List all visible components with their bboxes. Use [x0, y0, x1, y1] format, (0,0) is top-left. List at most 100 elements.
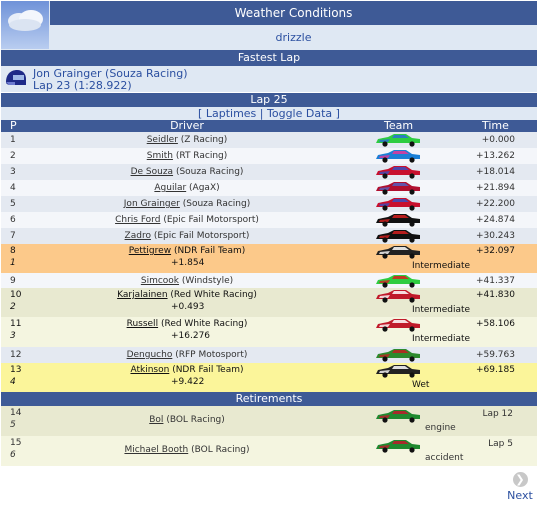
- driver-name-link[interactable]: Karjalainen: [117, 290, 167, 300]
- driver-cell: Pettigrew (NDR Fail Team): [1, 246, 373, 256]
- retirement-reason: accident: [425, 453, 464, 463]
- driver-team: (BOL Racing): [166, 415, 225, 425]
- weather-condition: drizzle: [275, 31, 312, 44]
- driver-name-link[interactable]: Dengucho: [127, 350, 173, 360]
- time-cell: +18.014: [475, 167, 515, 177]
- table-row: 6 Chris Ford (Epic Fail Motorsport) +24.87…: [1, 212, 537, 228]
- driver-cell: Russell (Red White Racing): [1, 319, 373, 329]
- car-livery-icon: [374, 181, 422, 195]
- time-cell: +69.185: [475, 365, 515, 375]
- tyre-cell: Wet: [412, 380, 430, 390]
- driver-team: (BOL Racing): [191, 445, 250, 455]
- driver-name-link[interactable]: Smith: [147, 151, 173, 161]
- next-label: Next: [507, 489, 533, 502]
- time-cell: +41.830: [475, 290, 515, 300]
- time-cell: +59.763: [475, 350, 515, 360]
- car-livery-icon: [374, 364, 422, 378]
- time-cell: +24.874: [475, 215, 515, 225]
- table-row: 2 Smith (RT Racing) +13.262: [1, 148, 537, 164]
- fastest-lap-panel: Jon Grainger (Souza Racing) Lap 23 (1:28…: [1, 66, 537, 92]
- chevron-right-icon: ❯: [512, 472, 528, 487]
- time-cell: +32.097: [475, 246, 515, 256]
- time-cell: +58.106: [475, 319, 515, 329]
- driver-cell: De Souza (Souza Racing): [1, 167, 373, 177]
- retired-lap-cell: Lap 5: [488, 439, 513, 449]
- table-row: 8 1 Pettigrew (NDR Fail Team) +1.854 Interme…: [1, 244, 537, 273]
- driver-team: (Red White Racing): [170, 290, 257, 300]
- fastest-lap-header: Fastest Lap: [1, 50, 537, 66]
- class-position-cell: 2: [10, 302, 16, 312]
- weather-title: Weather Conditions: [50, 1, 537, 25]
- driver-team: (RFP Motosport): [175, 350, 248, 360]
- car-livery-icon: [374, 409, 422, 423]
- cloud-icon: [1, 1, 49, 49]
- time-cell: +13.262: [475, 151, 515, 161]
- driver-name-link[interactable]: Aguilar: [154, 183, 186, 193]
- car-livery-icon: [374, 197, 422, 211]
- driver-name-link[interactable]: Zadro: [125, 231, 151, 241]
- car-livery-icon: [374, 274, 422, 288]
- driver-cell: Michael Booth (BOL Racing): [1, 445, 373, 455]
- tyre-cell: Intermediate: [412, 305, 471, 315]
- car-livery-icon: [374, 439, 422, 453]
- driver-team: (Epic Fail Motorsport): [163, 215, 259, 225]
- car-livery-icon: [374, 213, 422, 227]
- driver-cell: Smith (RT Racing): [1, 151, 373, 161]
- car-livery-icon: [374, 348, 422, 362]
- driver-name-link[interactable]: Bol: [149, 415, 163, 425]
- fastest-lap-time: Lap 23 (1:28.922): [33, 79, 132, 92]
- bracket-close: ]: [335, 107, 340, 120]
- driver-cell: Simcook (Windstyle): [1, 276, 373, 286]
- driver-name-link[interactable]: Seidler: [147, 135, 178, 145]
- table-row: 4 Aguilar (AgaX) +21.894: [1, 180, 537, 196]
- table-row: 12 Dengucho (RFP Motosport) +59.763: [1, 347, 537, 363]
- driver-team: (Souza Racing): [175, 167, 244, 177]
- driver-cell: Karjalainen (Red White Racing): [1, 290, 373, 300]
- driver-cell: Zadro (Epic Fail Motorsport): [1, 231, 373, 241]
- lap-links: [ Laptimes | Toggle Data ]: [1, 107, 537, 120]
- time-cell: +21.894: [475, 183, 515, 193]
- driver-name-link[interactable]: Simcook: [141, 276, 179, 286]
- toggle-data-link[interactable]: Toggle Data: [267, 107, 332, 120]
- driver-team: (AgaX): [189, 183, 220, 193]
- driver-name-link[interactable]: Atkinson: [130, 365, 169, 375]
- driver-name-link[interactable]: Jon Grainger: [124, 199, 180, 209]
- lap-header: Lap 25: [1, 93, 537, 107]
- table-row: 3 De Souza (Souza Racing) +18.014: [1, 164, 537, 180]
- time-cell: +0.000: [481, 135, 515, 145]
- next-button[interactable]: ❯ Next: [505, 472, 535, 502]
- table-row: 1 Seidler (Z Racing) +0.000: [1, 132, 537, 148]
- col-time: Time: [482, 119, 509, 132]
- col-driver: Driver: [170, 119, 204, 132]
- driver-name-link[interactable]: Russell: [127, 319, 158, 329]
- driver-cell: Dengucho (RFP Motosport): [1, 350, 373, 360]
- driver-team: (Windstyle): [181, 276, 234, 286]
- table-row: 14 5 Bol (BOL Racing) Lap 12 engine: [1, 406, 537, 436]
- car-livery-icon: [374, 289, 422, 303]
- driver-name-link[interactable]: Chris Ford: [115, 215, 160, 225]
- table-row: 9 Simcook (Windstyle) +41.337: [1, 273, 537, 288]
- col-team: Team: [384, 119, 414, 132]
- gap-cell: +1.854: [171, 258, 205, 268]
- tyre-cell: Intermediate: [412, 261, 471, 271]
- driver-name-link[interactable]: Pettigrew: [129, 246, 171, 256]
- driver-cell: Chris Ford (Epic Fail Motorsport): [1, 215, 373, 225]
- table-row: 15 6 Michael Booth (BOL Racing) Lap 5 accide…: [1, 436, 537, 466]
- link-separator: |: [259, 107, 264, 120]
- driver-team: (Z Racing): [180, 135, 228, 145]
- laptimes-link[interactable]: Laptimes: [206, 107, 256, 120]
- retirement-reason: engine: [425, 423, 456, 433]
- time-cell: +22.200: [475, 199, 515, 209]
- driver-cell: Jon Grainger (Souza Racing): [1, 199, 373, 209]
- driver-team: (Epic Fail Motorsport): [153, 231, 250, 241]
- car-livery-icon: [374, 165, 422, 179]
- driver-name-link[interactable]: De Souza: [131, 167, 174, 177]
- gap-cell: +16.276: [171, 331, 211, 341]
- driver-name-link[interactable]: Michael Booth: [124, 445, 188, 455]
- retirements-header: Retirements: [1, 392, 537, 406]
- table-row: 7 Zadro (Epic Fail Motorsport) +30.243: [1, 228, 537, 244]
- car-livery-icon: [374, 229, 422, 243]
- table-row: 11 3 Russell (Red White Racing) +16.276 Inte…: [1, 317, 537, 347]
- gap-cell: +0.493: [171, 302, 205, 312]
- retired-lap-cell: Lap 12: [482, 409, 513, 419]
